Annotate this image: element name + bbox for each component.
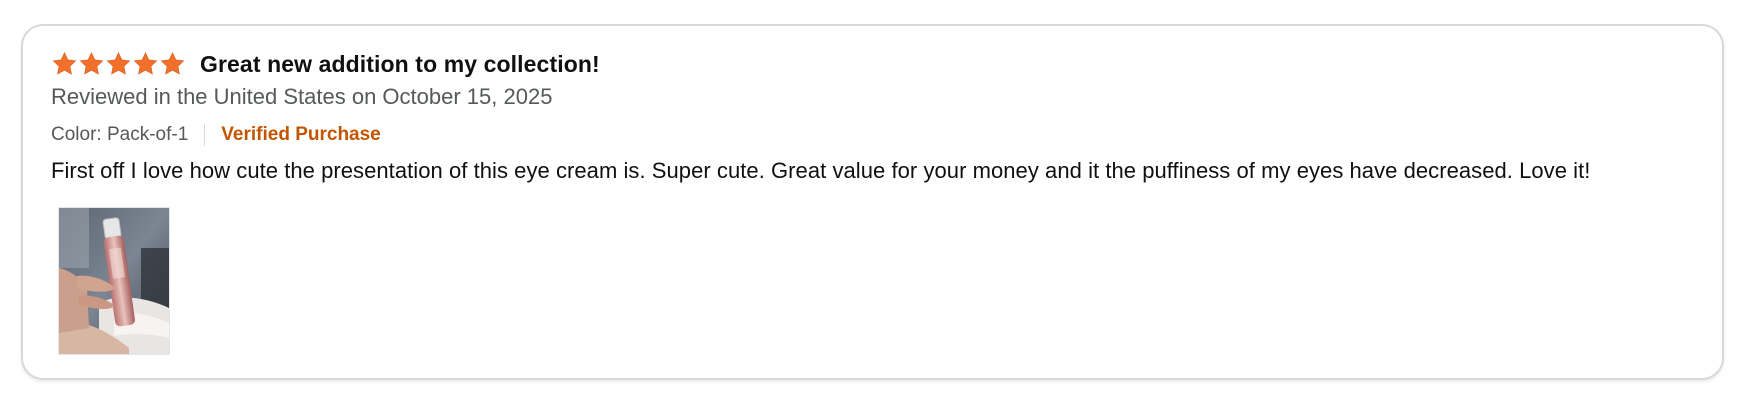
review-header: Great new addition to my collection!	[51, 48, 600, 80]
star-icon	[79, 51, 104, 75]
star-icon	[160, 51, 185, 75]
star-rating[interactable]	[51, 51, 186, 77]
review-photo-thumbnail[interactable]	[58, 207, 170, 355]
verified-purchase-badge: Verified Purchase	[221, 124, 381, 145]
star-icon	[106, 51, 131, 75]
review-title[interactable]: Great new addition to my collection!	[200, 51, 600, 78]
star-icon	[133, 51, 158, 75]
review-date: Reviewed in the United States on October…	[51, 84, 553, 109]
review-photo-image	[59, 208, 169, 354]
product-variant: Color: Pack-of-1	[51, 124, 189, 145]
review-meta: Color: Pack-of-1 Verified Purchase	[51, 120, 381, 150]
review-card: Great new addition to my collection! Rev…	[21, 24, 1724, 380]
meta-divider	[204, 124, 206, 146]
review-body: First off I love how cute the presentati…	[51, 158, 1591, 183]
star-icon	[52, 51, 77, 75]
